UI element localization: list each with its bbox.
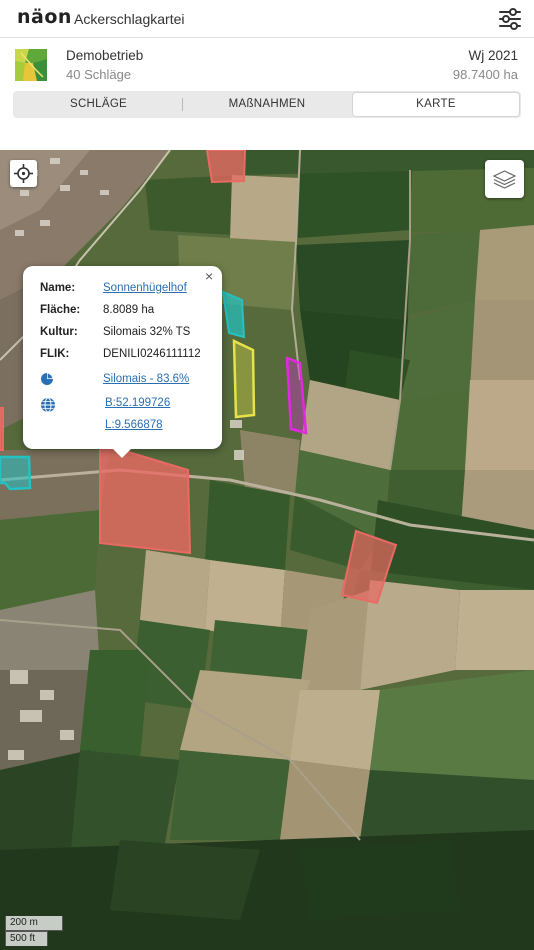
field-name-link[interactable]: Sonnenhügelhof: [103, 282, 187, 294]
longitude-link[interactable]: L:9.566878: [105, 419, 163, 431]
fiscal-year: Wj 2021: [468, 48, 518, 63]
field-teal-left[interactable]: [0, 455, 32, 491]
farm-map-icon: [15, 49, 47, 81]
close-icon[interactable]: ×: [205, 268, 213, 284]
area-value: 8.8089 ha: [103, 304, 155, 316]
app-bar: näon Ackerschlagkartei: [0, 0, 534, 38]
total-area: 98.7400 ha: [452, 67, 518, 82]
flik-value: DENILI0246111112: [103, 348, 201, 360]
view-tabs: SCHLÄGE MAßNAHMEN KARTE: [13, 91, 521, 118]
field-left-edge[interactable]: [0, 407, 4, 451]
farm-header: Demobetrieb 40 Schläge Wj 2021 98.7400 h…: [0, 39, 534, 91]
field-info-popup: × Name: Sonnenhügelhof Fläche: 8.8089 ha…: [23, 266, 222, 458]
sliders-icon[interactable]: [496, 6, 524, 32]
layers-icon[interactable]: [485, 160, 524, 198]
app-title: Ackerschlagkartei: [74, 11, 185, 27]
tab-karte[interactable]: KARTE: [353, 93, 519, 116]
plot-count: 40 Schläge: [66, 67, 132, 82]
crop-share-link[interactable]: Silomais - 83.6%: [103, 373, 189, 385]
flik-label: FLIK:: [40, 348, 70, 360]
field-top[interactable]: [205, 150, 247, 184]
scale-imperial: 500 ft: [5, 931, 48, 946]
field-yellow[interactable]: [232, 338, 256, 419]
app-logo: näon: [17, 6, 72, 28]
name-label: Name:: [40, 282, 76, 294]
scale-metric: 200 m: [5, 916, 63, 931]
crop-label: Kultur:: [40, 326, 78, 338]
tab-massnahmen[interactable]: MAßNAHMEN: [183, 93, 351, 116]
globe-icon: [40, 397, 56, 416]
crosshair-icon[interactable]: [10, 160, 37, 187]
area-label: Fläche:: [40, 304, 81, 316]
map-view[interactable]: × Name: Sonnenhügelhof Fläche: 8.8089 ha…: [0, 150, 534, 950]
farm-name: Demobetrieb: [66, 48, 144, 63]
latitude-link[interactable]: B:52.199726: [105, 397, 170, 409]
crop-value: Silomais 32% TS: [103, 326, 191, 338]
pie-chart-icon: [40, 372, 54, 389]
tab-schlaege[interactable]: SCHLÄGE: [15, 93, 182, 116]
popup-pointer: [112, 448, 132, 458]
